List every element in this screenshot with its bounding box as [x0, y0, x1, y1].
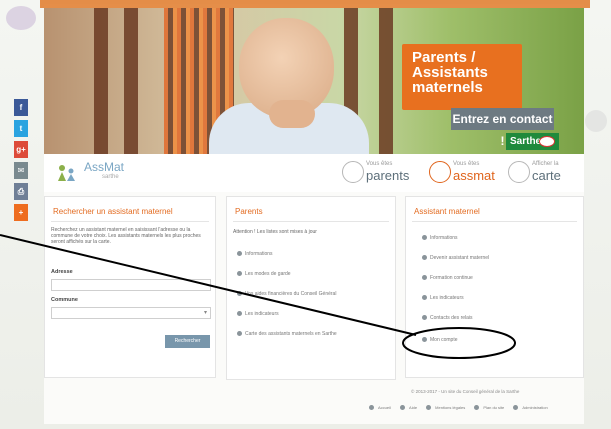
annotation-overlay: [0, 234, 516, 359]
annotation-pointer-line: [0, 234, 417, 336]
annotation-highlight-ellipse: [402, 327, 516, 359]
